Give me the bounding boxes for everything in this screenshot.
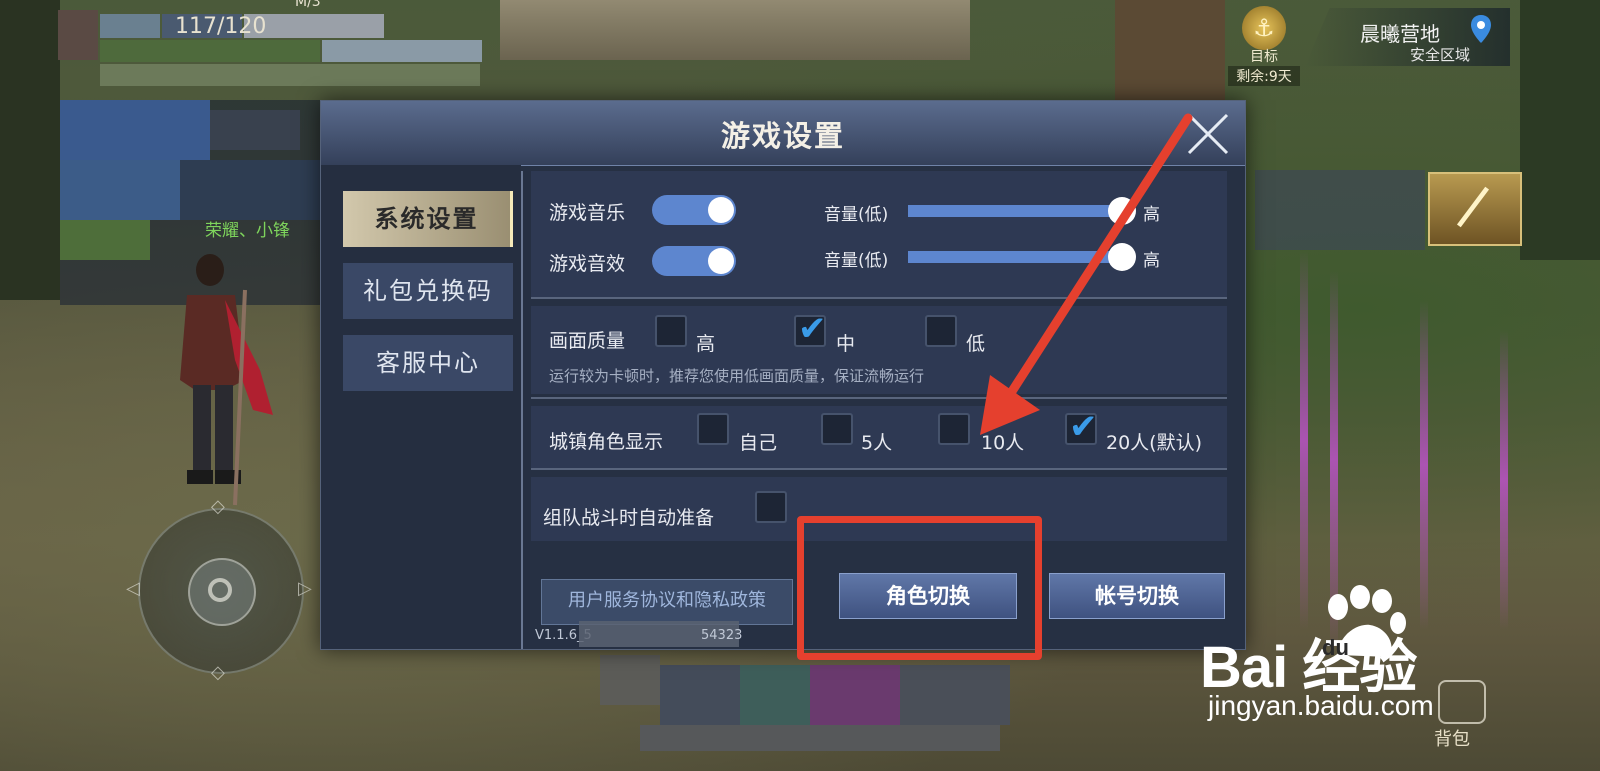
bag-icon[interactable] bbox=[1438, 680, 1486, 724]
target-tracker[interactable]: ⚓ 目标 剩余:9天 bbox=[1228, 6, 1300, 90]
player-character bbox=[180, 254, 273, 506]
location-indicator[interactable]: 晨曦营地 安全区域 bbox=[1305, 8, 1510, 66]
bottom-item-bar bbox=[600, 645, 1020, 755]
arrow-left-icon: ◁ bbox=[126, 578, 140, 599]
quality-mid-label: 中 bbox=[836, 333, 856, 355]
quality-low-checkbox[interactable] bbox=[925, 315, 957, 347]
town-display-label: 城镇角色显示 bbox=[549, 431, 664, 453]
quality-label: 画面质量 bbox=[549, 330, 626, 352]
toggle-knob bbox=[708, 248, 734, 274]
music-toggle[interactable] bbox=[652, 195, 736, 225]
music-volume-label: 音量(低) bbox=[824, 205, 889, 225]
tab-customer-service[interactable]: 客服中心 bbox=[343, 335, 513, 391]
bag-label: 背包 bbox=[1434, 729, 1470, 750]
player-info bbox=[58, 10, 518, 90]
auto-ready-label: 组队战斗时自动准备 bbox=[543, 507, 715, 529]
movement-joystick[interactable]: ◇ ◇ ◁ ▷ bbox=[126, 496, 312, 683]
watermark-url: jingyan.baidu.com bbox=[1208, 690, 1434, 721]
tab-gift-code[interactable]: 礼包兑换码 bbox=[343, 263, 513, 319]
town-self-checkbox[interactable] bbox=[697, 413, 729, 445]
switch-account-button[interactable]: 帐号切换 bbox=[1049, 573, 1225, 619]
arrow-up-icon: ◇ bbox=[211, 496, 225, 517]
quality-hint: 运行较为卡顿时，推荐您使用低画面质量，保证流畅运行 bbox=[549, 367, 925, 385]
magic-beam bbox=[1300, 250, 1308, 630]
joystick-knob[interactable] bbox=[188, 558, 256, 626]
hut-roof bbox=[500, 0, 970, 60]
divider bbox=[531, 468, 1227, 470]
right-panel bbox=[1255, 170, 1425, 250]
highlight-box bbox=[797, 516, 1042, 660]
target-remaining: 剩余:9天 bbox=[1228, 66, 1300, 86]
arrow-annotation-icon bbox=[980, 113, 1193, 435]
town-5-label: 5人 bbox=[861, 432, 893, 454]
team-member-name: 荣耀、小锋 bbox=[205, 221, 290, 241]
settings-sidebar: 系统设置 礼包兑换码 客服中心 bbox=[321, 165, 521, 649]
town-5-checkbox[interactable] bbox=[821, 413, 853, 445]
location-name: 晨曦营地 bbox=[1360, 22, 1440, 46]
sfx-toggle[interactable] bbox=[652, 246, 736, 276]
version-tail: 54323 bbox=[701, 628, 743, 643]
sfx-volume-label: 音量(低) bbox=[824, 251, 889, 271]
quality-mid-checkbox[interactable]: ✔ bbox=[794, 309, 827, 349]
anchor-icon: ⚓ bbox=[1242, 6, 1286, 50]
player-top-text: M/3 bbox=[295, 0, 321, 10]
map-pin-icon bbox=[1471, 15, 1491, 43]
sfx-label: 游戏音效 bbox=[549, 253, 626, 275]
arrow-right-icon: ▷ bbox=[298, 578, 312, 599]
music-label: 游戏音乐 bbox=[549, 202, 626, 224]
checkmark-icon: ✔ bbox=[798, 309, 827, 349]
arrow-down-icon: ◇ bbox=[211, 662, 225, 683]
skill-button[interactable] bbox=[1428, 172, 1522, 246]
policy-button[interactable]: 用户服务协议和隐私政策 bbox=[541, 579, 793, 625]
sword-icon bbox=[1456, 186, 1490, 228]
target-label: 目标 bbox=[1250, 49, 1278, 65]
quality-high-checkbox[interactable] bbox=[655, 315, 687, 347]
location-zone: 安全区域 bbox=[1409, 46, 1470, 64]
toggle-knob bbox=[708, 197, 734, 223]
player-level: 117/120 bbox=[175, 14, 267, 39]
auto-ready-checkbox[interactable] bbox=[755, 491, 787, 523]
watermark-du: du bbox=[1322, 635, 1349, 660]
tab-system-settings[interactable]: 系统设置 bbox=[343, 191, 513, 247]
magic-beam bbox=[1420, 300, 1428, 630]
quality-high-label: 高 bbox=[696, 333, 716, 355]
town-self-label: 自己 bbox=[739, 432, 778, 454]
sidebar-divider bbox=[521, 171, 523, 649]
magic-beam bbox=[1500, 330, 1508, 630]
